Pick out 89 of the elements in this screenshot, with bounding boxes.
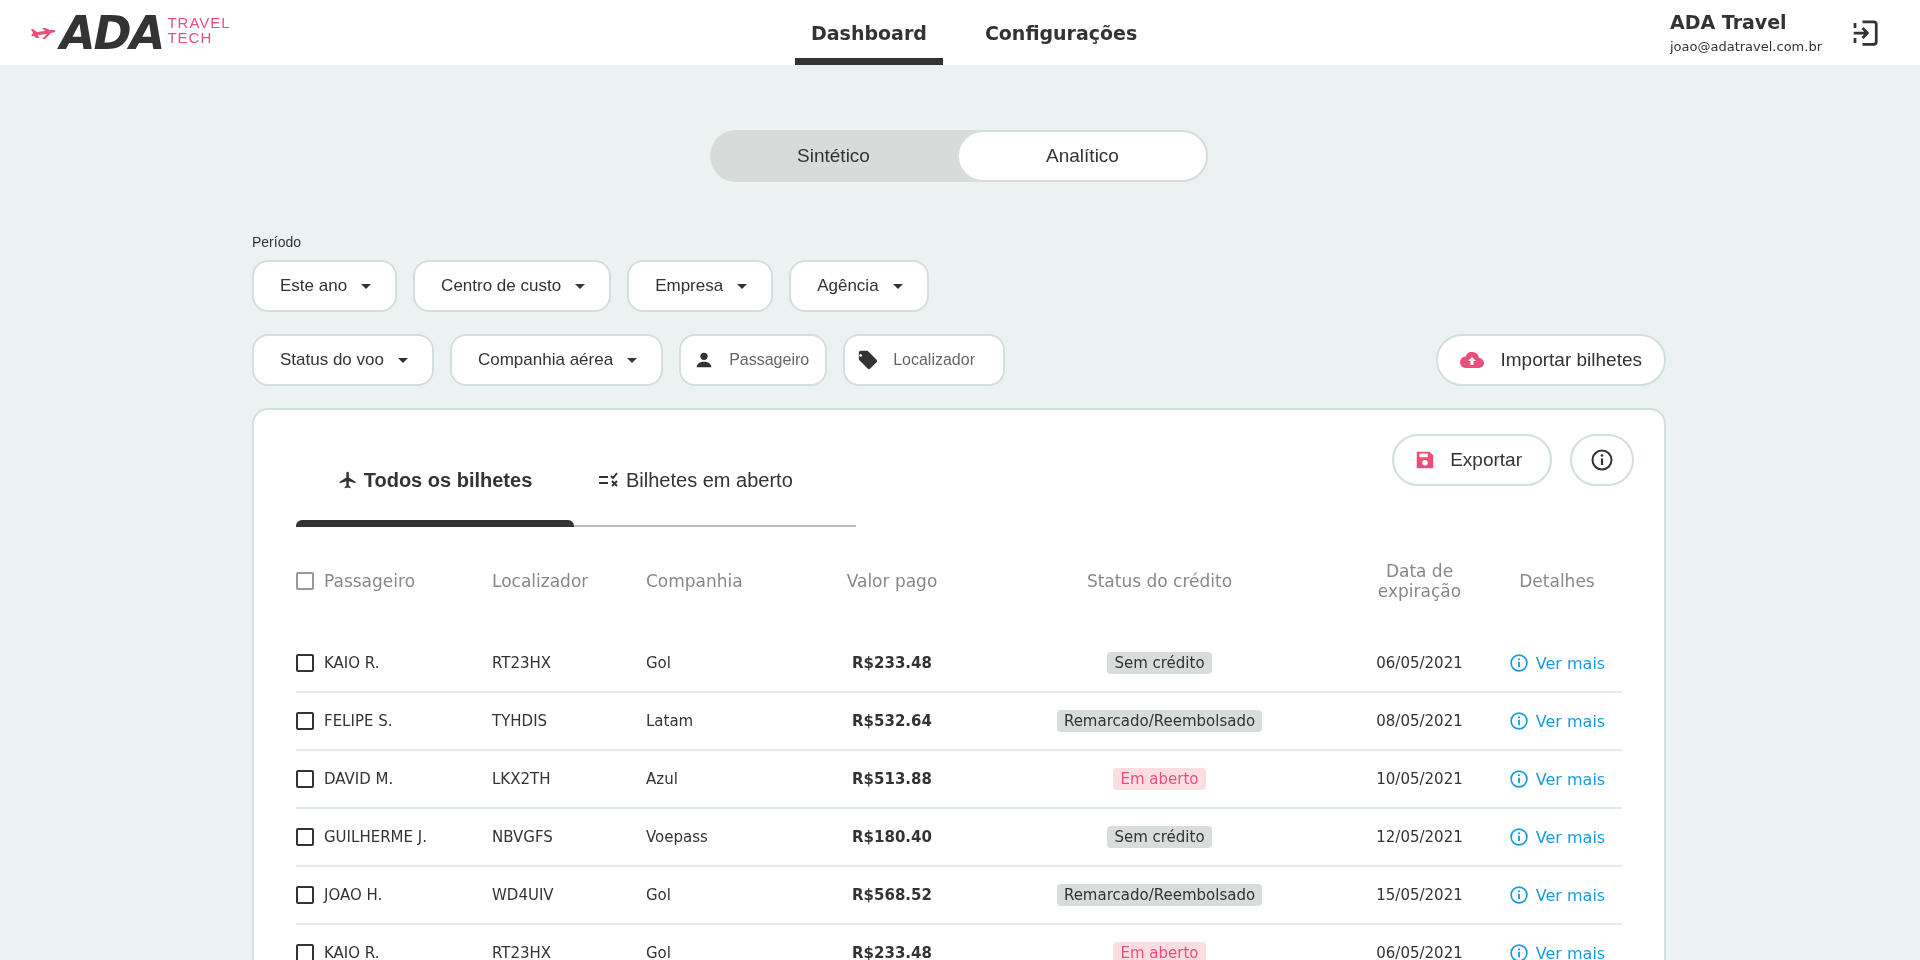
- caret-icon: [397, 357, 408, 363]
- user-email: joao@adatravel.com.br: [1670, 39, 1822, 54]
- column-header: Companhia: [646, 571, 744, 591]
- row-checkbox[interactable]: [296, 828, 314, 846]
- table-cell-text: NBVGFS: [492, 828, 554, 846]
- table-cell: FELIPE S.: [324, 712, 393, 730]
- checklist-icon: [598, 471, 620, 489]
- table-cell: KAIO R.: [324, 944, 380, 960]
- status-badge: Sem crédito: [1107, 826, 1212, 848]
- table-cell-text: R$532.64: [851, 712, 933, 730]
- status-badge: Em aberto: [1113, 942, 1206, 960]
- table-cell-text: Azul: [646, 770, 679, 788]
- column-header: Passageiro: [324, 571, 416, 591]
- user-name: ADA Travel: [1670, 11, 1788, 33]
- table-cell-text: 10/05/2021: [1375, 770, 1464, 788]
- table-cell-text: RT23HX: [492, 654, 553, 672]
- table-cell-text: Voepass: [646, 828, 709, 846]
- status-badge: Remarcado/Reembolsado: [1056, 710, 1263, 732]
- info-icon: [1508, 711, 1529, 731]
- filter-dropdown[interactable]: Empresa: [627, 260, 774, 312]
- column-header: Data de expiração: [1376, 561, 1463, 601]
- filter-dropdown[interactable]: Centro de custo: [413, 260, 612, 312]
- period-label: Período: [252, 234, 303, 250]
- view-toggle-option[interactable]: Sintético: [710, 130, 957, 182]
- airplane-icon: [337, 470, 358, 490]
- select-all-checkbox[interactable]: [296, 572, 314, 590]
- filter-dropdown[interactable]: Agência: [789, 260, 929, 312]
- row-checkbox[interactable]: [296, 654, 314, 672]
- filter-dropdown[interactable]: Status do voo: [252, 334, 434, 386]
- status-badge: Remarcado/Reembolsado: [1056, 884, 1263, 906]
- table-cell-text: R$180.40: [851, 828, 933, 846]
- info-icon: [1508, 769, 1529, 789]
- caret-icon: [892, 283, 903, 289]
- nav-tab[interactable]: Dashboard: [795, 0, 943, 65]
- row-checkbox[interactable]: [296, 944, 314, 960]
- table-cell: DAVID M.: [324, 770, 394, 788]
- export-button[interactable]: Exportar: [1392, 434, 1552, 486]
- table-cell-text: Latam: [646, 712, 695, 730]
- info-icon: [1508, 827, 1529, 847]
- column-header: Localizador: [492, 571, 590, 591]
- search-field[interactable]: Passageiro: [679, 334, 828, 386]
- search-field[interactable]: Localizador: [843, 334, 1006, 386]
- info-icon: [1508, 943, 1529, 960]
- info-button[interactable]: [1570, 434, 1634, 486]
- ticket-tab[interactable]: Bilhetes em aberto: [574, 460, 836, 500]
- table-cell: JOAO H.: [324, 886, 383, 904]
- filter-dropdown[interactable]: Companhia aérea: [449, 334, 664, 386]
- table-cell: KAIO R.: [324, 654, 380, 672]
- table-cell: GUILHERME J.: [324, 828, 427, 846]
- column-header: Status do crédito: [1085, 571, 1234, 591]
- ticket-tab[interactable]: Todos os bilhetes: [296, 460, 574, 500]
- table-cell-text: 12/05/2021: [1375, 828, 1464, 846]
- caret-icon: [575, 283, 586, 289]
- caret-icon: [361, 283, 372, 289]
- table-cell-text: WD4UIV: [492, 886, 555, 904]
- row-checkbox[interactable]: [296, 770, 314, 788]
- row-checkbox[interactable]: [296, 886, 314, 904]
- info-icon: [1508, 653, 1529, 673]
- table-cell-text: Gol: [646, 654, 672, 672]
- table-cell-text: RT23HX: [492, 944, 553, 960]
- logo-text: TRAVEL: [167, 14, 231, 30]
- import-button[interactable]: Importar bilhetes: [1436, 334, 1666, 386]
- info-icon: [1590, 448, 1614, 472]
- table-cell-text: R$513.88: [851, 770, 933, 788]
- filter-dropdown[interactable]: Este ano: [252, 260, 398, 312]
- table-cell-text: 15/05/2021: [1375, 886, 1464, 904]
- table-cell-text: R$233.48: [851, 944, 933, 960]
- column-header: Detalhes: [1518, 571, 1596, 591]
- status-badge: Em aberto: [1113, 768, 1206, 790]
- table-cell-text: 06/05/2021: [1375, 944, 1464, 960]
- row-checkbox[interactable]: [296, 712, 314, 730]
- table-cell-text: 06/05/2021: [1375, 654, 1464, 672]
- table-cell-text: TYHDIS: [492, 712, 549, 730]
- table-cell-text: R$233.48: [851, 654, 933, 672]
- view-toggle-option[interactable]: Analítico: [957, 130, 1208, 182]
- column-header: Valor pago: [845, 571, 939, 591]
- table-cell-text: Gol: [646, 944, 672, 960]
- table-cell-text: Gol: [646, 886, 672, 904]
- table-cell-text: R$568.52: [851, 886, 933, 904]
- table-cell-text: 08/05/2021: [1375, 712, 1464, 730]
- caret-icon: [627, 357, 638, 363]
- cloud-upload-icon: [1460, 352, 1485, 368]
- plane-icon: [30, 27, 56, 40]
- info-icon: [1508, 885, 1529, 905]
- status-badge: Sem crédito: [1107, 652, 1212, 674]
- caret-icon: [737, 283, 748, 289]
- nav-tab[interactable]: Configurações: [968, 0, 1154, 65]
- table-cell-text: LKX2TH: [492, 770, 552, 788]
- logo-text: TECH: [167, 29, 214, 45]
